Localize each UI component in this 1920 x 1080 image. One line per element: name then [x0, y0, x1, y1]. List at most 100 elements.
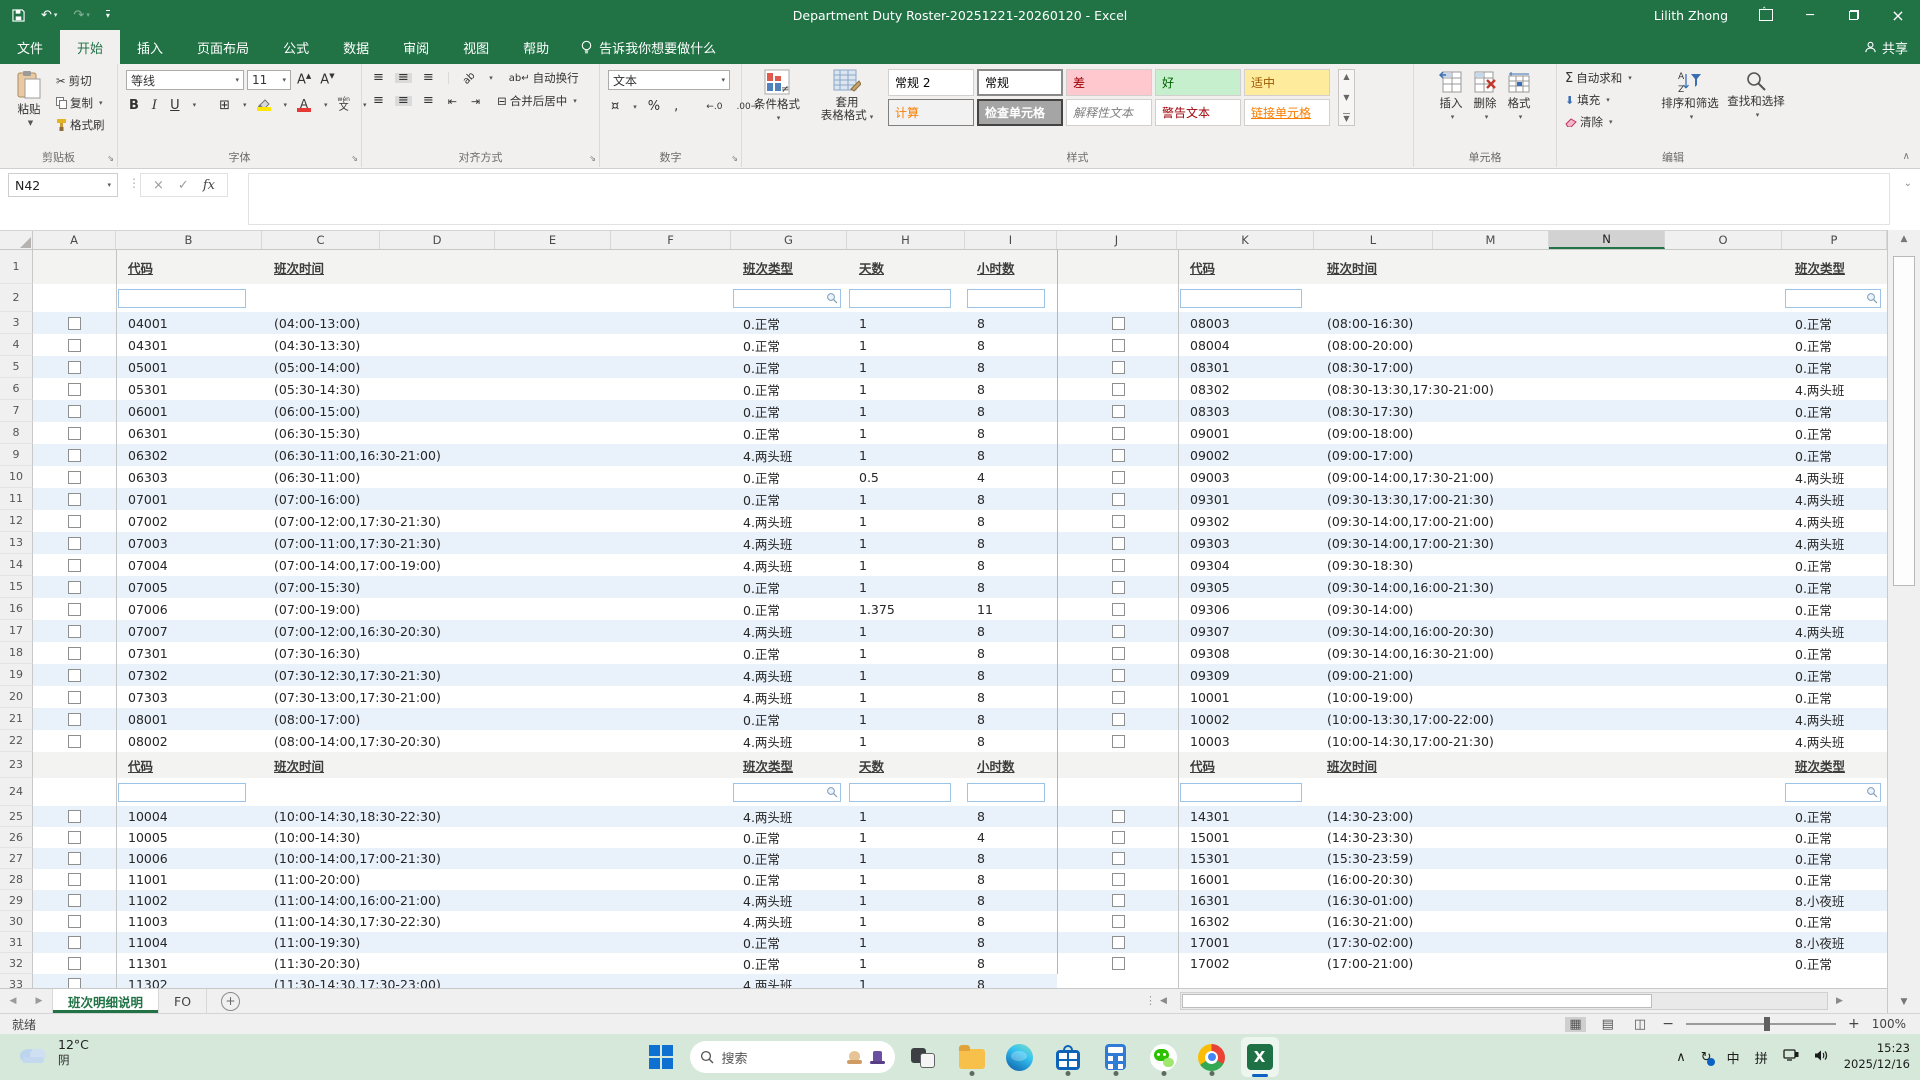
merge-center-button[interactable]: ⊟合并后居中▾: [497, 93, 577, 109]
row-checkbox[interactable]: [1112, 735, 1125, 748]
column-header-P[interactable]: P: [1782, 231, 1887, 249]
align-top-icon[interactable]: ≡: [370, 73, 387, 82]
cell[interactable]: 小时数: [965, 752, 1057, 778]
cell[interactable]: 09306: [1178, 598, 1315, 620]
cell[interactable]: 8: [965, 334, 1057, 356]
taskbar-search-box[interactable]: 搜索: [690, 1041, 895, 1073]
row-checkbox[interactable]: [1112, 405, 1125, 418]
row-checkbox[interactable]: [68, 625, 81, 638]
cell[interactable]: (14:30-23:00): [1315, 806, 1783, 827]
row-checkbox[interactable]: [1112, 647, 1125, 660]
cell[interactable]: (07:00-15:30): [262, 576, 731, 598]
cell[interactable]: (08:30-17:30): [1315, 400, 1783, 422]
bold-button[interactable]: B: [126, 97, 142, 114]
cell[interactable]: 代码: [116, 250, 262, 284]
row-checkbox[interactable]: [1112, 471, 1125, 484]
scroll-up-icon[interactable]: ▲: [1888, 234, 1920, 244]
cell[interactable]: (09:30-13:30,17:00-21:30): [1315, 488, 1783, 510]
cell[interactable]: 8: [965, 974, 1057, 988]
cell[interactable]: 06303: [116, 466, 262, 488]
column-header-J[interactable]: J: [1057, 231, 1177, 249]
cell[interactable]: 4.两头班: [731, 664, 847, 686]
cell[interactable]: 1: [847, 806, 965, 827]
cell[interactable]: (08:30-13:30,17:30-21:00): [1315, 378, 1783, 400]
row-checkbox[interactable]: [1112, 317, 1125, 330]
cell[interactable]: 1: [847, 400, 965, 422]
row-checkbox[interactable]: [1112, 831, 1125, 844]
cell[interactable]: 1: [847, 708, 965, 730]
cell[interactable]: 4.两头班: [1783, 466, 1887, 488]
cell[interactable]: 1.375: [847, 598, 965, 620]
filter-input[interactable]: [118, 783, 246, 802]
conditional-formatting-button[interactable]: ≠ 条件格式 ▾: [748, 69, 806, 126]
cell[interactable]: 09308: [1178, 642, 1315, 664]
edge-button[interactable]: [1001, 1037, 1039, 1077]
cell[interactable]: (09:30-14:00,16:00-20:30): [1315, 620, 1783, 642]
insert-function-button[interactable]: fx: [203, 178, 215, 193]
row-checkbox[interactable]: [1112, 449, 1125, 462]
number-format-combo[interactable]: 文本▾: [608, 70, 730, 90]
ribbon-tab-插入[interactable]: 插入: [120, 30, 180, 64]
cell[interactable]: (09:30-18:30): [1315, 554, 1783, 576]
column-header-F[interactable]: F: [611, 231, 731, 249]
format-painter-button[interactable]: 格式刷: [56, 117, 105, 133]
align-center-icon[interactable]: ≡: [395, 96, 412, 105]
column-header-L[interactable]: L: [1314, 231, 1433, 249]
row-number[interactable]: 31: [0, 932, 33, 953]
cell[interactable]: 8: [965, 932, 1057, 953]
cell[interactable]: 8: [965, 312, 1057, 334]
clear-button[interactable]: 清除▾: [1565, 114, 1653, 130]
row-number[interactable]: 28: [0, 869, 33, 890]
cell[interactable]: 14301: [1178, 806, 1315, 827]
font-size-combo[interactable]: 11▾: [247, 70, 291, 90]
row-checkbox[interactable]: [1112, 383, 1125, 396]
row-checkbox[interactable]: [68, 427, 81, 440]
cell[interactable]: (07:30-13:00,17:30-21:00): [262, 686, 731, 708]
zoom-level[interactable]: 100%: [1872, 1017, 1906, 1031]
save-icon[interactable]: [12, 9, 25, 22]
cell[interactable]: (08:00-14:00,17:30-20:30): [262, 730, 731, 752]
cell[interactable]: 8: [965, 488, 1057, 510]
cell[interactable]: 09001: [1178, 422, 1315, 444]
cell[interactable]: 0.正常: [731, 932, 847, 953]
cell[interactable]: 15001: [1178, 827, 1315, 848]
row-checkbox[interactable]: [1112, 852, 1125, 865]
cell[interactable]: (04:00-13:00): [262, 312, 731, 334]
row-checkbox[interactable]: [68, 559, 81, 572]
cell[interactable]: 04001: [116, 312, 262, 334]
column-header-E[interactable]: E: [495, 231, 611, 249]
cell[interactable]: 8: [965, 444, 1057, 466]
row-checkbox[interactable]: [68, 735, 81, 748]
row-checkbox[interactable]: [68, 515, 81, 528]
grow-font-button[interactable]: A▲: [294, 71, 314, 88]
ribbon-tab-审阅[interactable]: 审阅: [386, 30, 446, 64]
taskbar-clock[interactable]: 15:232025/12/16: [1844, 1041, 1910, 1072]
sheet-nav-right-icon[interactable]: ▶: [26, 989, 52, 1013]
cell[interactable]: 08003: [1178, 312, 1315, 334]
clipboard-dialog-launcher-icon[interactable]: ⇘: [107, 154, 114, 163]
cell[interactable]: 04301: [116, 334, 262, 356]
row-checkbox[interactable]: [68, 537, 81, 550]
cell[interactable]: 0.正常: [731, 312, 847, 334]
cell[interactable]: 11001: [116, 869, 262, 890]
excel-taskbar-button[interactable]: X: [1241, 1037, 1279, 1077]
cell[interactable]: 0.正常: [1783, 827, 1887, 848]
filter-input[interactable]: [967, 783, 1045, 802]
fill-color-button[interactable]: [254, 98, 274, 112]
cell[interactable]: (08:30-17:00): [1315, 356, 1783, 378]
row-number[interactable]: 26: [0, 827, 33, 848]
cell[interactable]: (07:00-12:00,17:30-21:30): [262, 510, 731, 532]
cell[interactable]: 10003: [1178, 730, 1315, 752]
cell[interactable]: 1: [847, 532, 965, 554]
row-checkbox[interactable]: [1112, 691, 1125, 704]
row-number[interactable]: 24: [0, 778, 33, 806]
row-checkbox[interactable]: [68, 405, 81, 418]
cell[interactable]: 11301: [116, 953, 262, 974]
calculator-button[interactable]: [1097, 1037, 1135, 1077]
cell[interactable]: 1: [847, 869, 965, 890]
row-number[interactable]: 33: [0, 974, 33, 988]
cell[interactable]: 0.正常: [731, 642, 847, 664]
cell-style-好[interactable]: 好: [1155, 69, 1241, 96]
ime-mode-indicator[interactable]: 中: [1727, 1048, 1740, 1067]
cell[interactable]: (17:30-02:00): [1315, 932, 1783, 953]
